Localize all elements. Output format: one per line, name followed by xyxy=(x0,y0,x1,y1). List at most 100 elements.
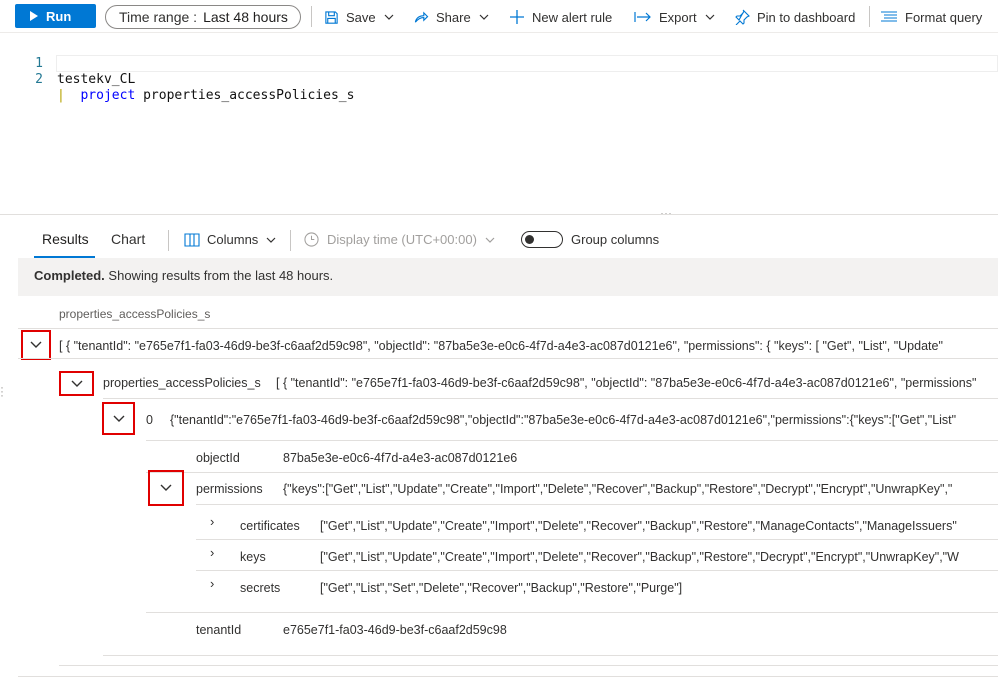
row-divider xyxy=(103,398,998,399)
columns-icon xyxy=(184,232,200,247)
chevron-right-icon[interactable]: › xyxy=(210,576,214,591)
pane-splitter[interactable] xyxy=(0,214,998,215)
pipe-operator: | xyxy=(57,88,65,103)
row-divider xyxy=(196,504,998,505)
status-completed: Completed. xyxy=(34,268,105,283)
row-divider xyxy=(18,676,998,677)
permission-value[interactable]: ["Get","List","Update","Create","Import"… xyxy=(320,519,998,533)
run-label: Run xyxy=(46,8,72,24)
time-range-value: Last 48 hours xyxy=(203,9,288,25)
display-time-label: Display time (UTC+00:00) xyxy=(327,232,477,247)
field-value-permissions[interactable]: {"keys":["Get","List","Update","Create",… xyxy=(283,482,998,496)
expand-item-button[interactable] xyxy=(102,402,135,435)
permission-value[interactable]: ["Get","List","Update","Create","Import"… xyxy=(320,550,998,564)
query-editor[interactable]: 1 testekv_CL 2 | project properties_acce… xyxy=(0,34,998,214)
group-columns-label: Group columns xyxy=(571,232,660,247)
save-icon xyxy=(325,10,338,24)
columns-label: Columns xyxy=(207,232,259,247)
chevron-down-icon xyxy=(160,484,172,491)
expand-permissions-button[interactable] xyxy=(148,470,184,506)
chevron-down-icon xyxy=(705,14,715,20)
display-time-dropdown[interactable]: Display time (UTC+00:00) xyxy=(304,232,495,247)
status-message: Showing results from the last 48 hours. xyxy=(108,268,334,283)
tab-divider xyxy=(290,230,291,251)
tab-results[interactable]: Results xyxy=(42,231,89,247)
field-name-permissions: permissions xyxy=(196,482,263,496)
line-number: 1 xyxy=(35,56,43,71)
row-divider xyxy=(146,440,998,441)
chevron-down-icon xyxy=(113,415,124,422)
chevron-right-icon[interactable]: › xyxy=(210,545,214,560)
pin-to-dashboard-label: Pin to dashboard xyxy=(757,9,856,25)
chevron-down-icon xyxy=(384,14,394,20)
tab-chart[interactable]: Chart xyxy=(111,231,145,247)
row-divider xyxy=(146,612,998,613)
field-name-objectid: objectId xyxy=(196,451,240,465)
tab-divider xyxy=(168,230,169,251)
expand-row-button[interactable] xyxy=(21,330,51,360)
row-divider xyxy=(146,472,998,473)
group-columns-toggle[interactable] xyxy=(521,231,563,248)
keyword: project xyxy=(80,88,136,103)
result-cell[interactable]: [ { "tenantId": "e765e7f1-fa03-46d9-be3f… xyxy=(59,339,998,353)
chevron-down-icon xyxy=(485,237,495,243)
line-code: testekv_CL xyxy=(57,72,136,87)
chevron-right-icon[interactable]: › xyxy=(210,514,214,529)
clock-icon xyxy=(304,232,319,247)
permission-name: certificates xyxy=(240,519,300,533)
row-divider xyxy=(18,358,998,359)
time-range-label: Time range : xyxy=(119,9,198,25)
query-status-bar: Completed. Showing results from the last… xyxy=(18,258,998,296)
columns-button[interactable]: Columns xyxy=(184,232,276,247)
plus-icon xyxy=(510,10,524,24)
array-index: 0 xyxy=(146,413,153,427)
row-divider xyxy=(196,570,998,571)
new-alert-rule-button[interactable]: New alert rule xyxy=(509,8,612,26)
side-grip-icon[interactable]: · · · xyxy=(0,381,4,401)
field-name-tenantid: tenantId xyxy=(196,623,242,637)
time-range-picker[interactable]: Time range : Last 48 hours xyxy=(105,5,301,29)
format-query-button[interactable]: Format query xyxy=(880,8,982,26)
save-label: Save xyxy=(346,9,376,25)
current-line-highlight xyxy=(56,55,998,72)
play-icon xyxy=(30,11,38,21)
editor-line: 1 testekv_CL xyxy=(0,40,135,87)
pin-icon xyxy=(735,9,750,25)
pin-to-dashboard-button[interactable]: Pin to dashboard xyxy=(734,8,855,26)
save-button[interactable]: Save xyxy=(324,8,401,26)
query-toolbar: Run Time range : Last 48 hours Save Shar… xyxy=(0,0,998,33)
property-value[interactable]: [ { "tenantId": "e765e7f1-fa03-46d9-be3f… xyxy=(276,376,998,390)
share-button[interactable]: Share xyxy=(413,8,496,26)
export-arrow-icon xyxy=(634,12,651,22)
field-value-tenantid[interactable]: e765e7f1-fa03-46d9-be3f-c6aaf2d59c98 xyxy=(283,623,507,637)
line-number: 2 xyxy=(35,72,43,87)
chevron-down-icon xyxy=(266,237,276,243)
item-value[interactable]: {"tenantId":"e765e7f1-fa03-46d9-be3f-c6a… xyxy=(170,413,998,427)
field-value-objectid[interactable]: 87ba5e3e-e0c6-4f7d-a4e3-ac087d0121e6 xyxy=(283,451,517,465)
share-icon xyxy=(414,10,429,23)
permission-name: secrets xyxy=(240,581,281,595)
permission-value[interactable]: ["Get","List","Set","Delete","Recover","… xyxy=(320,581,998,595)
export-label: Export xyxy=(659,9,697,25)
toolbar-divider xyxy=(869,6,870,27)
row-divider xyxy=(103,655,998,656)
expand-property-button[interactable] xyxy=(59,371,94,396)
column-header[interactable]: properties_accessPolicies_s xyxy=(59,307,210,321)
format-lines-icon xyxy=(881,11,897,22)
export-button[interactable]: Export xyxy=(634,8,722,26)
editor-line: 2 | project properties_accessPolicies_s xyxy=(0,56,354,103)
permission-name: keys xyxy=(240,550,266,564)
row-divider xyxy=(18,328,998,329)
format-query-label: Format query xyxy=(905,9,983,25)
new-alert-rule-label: New alert rule xyxy=(532,9,613,25)
run-button[interactable]: Run xyxy=(15,4,96,28)
chevron-down-icon xyxy=(30,341,42,348)
chevron-down-icon xyxy=(71,380,82,387)
line-code: | project properties_accessPolicies_s xyxy=(57,88,354,104)
share-label: Share xyxy=(436,9,471,25)
row-divider xyxy=(59,665,998,666)
identifier: properties_accessPolicies_s xyxy=(143,88,355,103)
row-divider xyxy=(196,539,998,540)
toggle-knob xyxy=(525,235,534,244)
chevron-down-icon xyxy=(479,14,489,20)
